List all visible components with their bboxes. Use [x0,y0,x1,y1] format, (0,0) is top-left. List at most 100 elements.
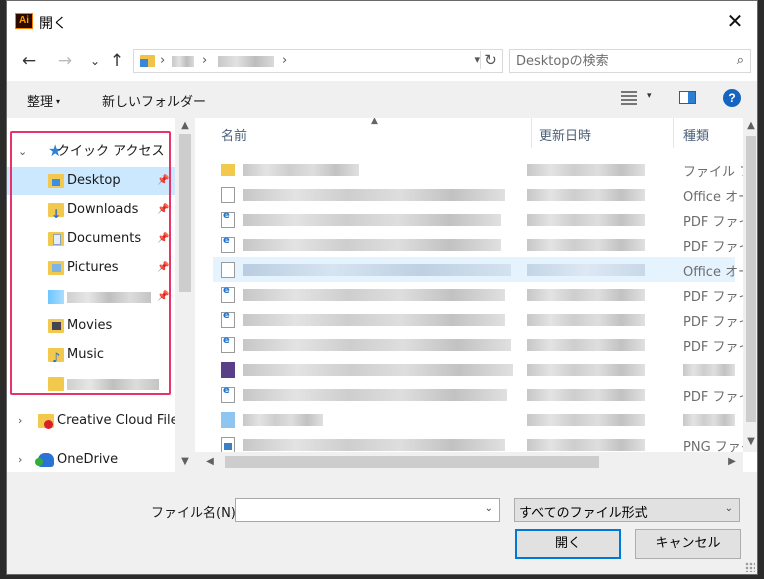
view-options-icon[interactable] [621,91,637,105]
redacted-label [67,379,159,390]
help-button[interactable]: ? [723,89,741,107]
breadcrumb-segment[interactable] [218,56,274,67]
sidebar-item-pictures[interactable]: Pictures 📌 [7,254,175,282]
creative-cloud-icon [38,414,54,429]
pin-icon: 📌 [157,204,170,215]
pdf-file-icon [221,385,235,403]
scrollbar-thumb[interactable] [179,134,191,292]
column-header-type[interactable]: 種類 [683,125,709,144]
pdf-file-icon [221,335,235,353]
scroll-up-arrow-icon[interactable]: ▲ [175,120,195,131]
nav-scrollbar[interactable]: ▲ ▼ [175,118,195,472]
chevron-down-icon[interactable]: ▾ [647,91,652,101]
sidebar-item-documents[interactable]: Documents 📌 [7,225,175,253]
sidebar-item-redacted[interactable] [7,370,175,398]
folder-icon [221,164,235,176]
chevron-right-icon: › [282,53,288,68]
column-divider[interactable] [531,118,532,148]
sidebar-item-label: Desktop [67,173,121,188]
column-header-modified[interactable]: 更新日時 [539,125,591,144]
quick-access-node[interactable]: ⌄ ★ クイック アクセス [7,138,175,166]
sidebar-item-desktop[interactable]: Desktop 📌 [7,167,175,195]
illustrator-app-icon: Ai [15,13,33,29]
pdf-file-icon [221,235,235,253]
file-row[interactable]: ファイル フォ [213,157,757,182]
forward-button[interactable]: → [53,49,77,73]
folder-icon [140,55,155,67]
image-file-icon [221,362,235,378]
open-button[interactable]: 開く [515,529,621,559]
up-button[interactable]: ↑ [105,49,129,73]
png-file-icon [221,437,235,453]
sidebar-item-music[interactable]: Music [7,341,175,373]
redacted-date [527,439,645,451]
open-file-dialog: Ai 開く ✕ ← → ⌄ ↑ › › › ▾ ↻ ⌕ 整理▾ 新しいフォルダー… [6,0,758,575]
new-folder-button[interactable]: 新しいフォルダー [102,91,206,110]
pdf-file-icon [221,210,235,228]
creative-cloud-node[interactable]: › Creative Cloud File [7,407,179,435]
sidebar-item-redacted[interactable]: 📌 [7,283,175,311]
scroll-right-arrow-icon[interactable]: ▶ [725,456,739,467]
file-row[interactable]: PDF ファイル [213,282,757,307]
file-list-horizontal-scrollbar[interactable]: ◀ ▶ [195,452,743,472]
file-row[interactable] [213,407,735,432]
file-row-selected[interactable]: Office オー [213,257,751,282]
column-header-name[interactable]: 名前 [221,125,247,144]
scroll-down-arrow-icon[interactable]: ▼ [743,436,757,447]
file-row[interactable]: PDF ファイル [213,332,757,357]
desktop-folder-icon [48,174,64,188]
document-file-icon [221,187,235,203]
file-row[interactable]: Office オー [213,182,751,207]
image-file-icon [221,412,235,428]
file-row[interactable]: PDF ファイル [213,232,757,257]
redacted-filename [243,314,505,326]
address-bar[interactable]: › › › ▾ ↻ [133,49,503,73]
expand-arrow-icon[interactable]: › [18,407,22,435]
file-row[interactable] [213,357,735,382]
scroll-up-arrow-icon[interactable]: ▲ [743,120,757,131]
onedrive-node[interactable]: › OneDrive [7,446,175,472]
redacted-date [527,339,645,351]
chevron-down-icon[interactable]: ⌄ [725,503,733,514]
redacted-filename [243,214,501,226]
redacted-date [527,364,645,376]
organize-label: 整理 [27,95,54,110]
scroll-down-arrow-icon[interactable]: ▼ [175,456,195,467]
filename-combobox[interactable]: ⌄ [235,498,500,522]
recent-locations-button[interactable]: ⌄ [83,49,107,73]
chevron-right-icon: › [202,53,208,68]
file-list: ▲ 名前 更新日時 種類 ファイル フォ Office オー PDF ファイル [195,118,757,472]
back-button[interactable]: ← [17,49,41,73]
close-button[interactable]: ✕ [713,1,757,41]
sidebar-item-movies[interactable]: Movies [7,312,175,340]
scrollbar-thumb[interactable] [225,456,599,468]
breadcrumb-segment[interactable] [172,56,194,67]
file-row[interactable]: PDF ファイル [213,307,757,332]
preview-pane-icon[interactable] [679,91,696,104]
file-row[interactable]: PDF ファイル [213,382,757,407]
filename-label: ファイル名(N): [151,506,241,521]
redacted-filename [243,189,505,201]
search-input[interactable] [510,50,720,72]
column-divider[interactable] [673,118,674,148]
redacted-filename [243,264,511,276]
scroll-left-arrow-icon[interactable]: ◀ [203,456,217,467]
chevron-down-icon[interactable]: ⌄ [485,503,493,514]
redacted-date [527,414,645,426]
sidebar-item-downloads[interactable]: Downloads 📌 [7,196,175,228]
cancel-button[interactable]: キャンセル [635,529,741,559]
filetype-select[interactable]: すべてのファイル形式 ⌄ [514,498,740,522]
filename-input[interactable] [236,499,476,521]
file-row[interactable]: PDF ファイル [213,207,757,232]
redacted-date [527,239,645,251]
scrollbar-thumb[interactable] [746,136,756,422]
refresh-button[interactable]: ↻ [480,51,500,69]
file-list-vertical-scrollbar[interactable]: ▲ ▼ [743,118,757,452]
expand-arrow-icon[interactable]: ⌄ [18,138,27,166]
pin-icon: 📌 [157,175,170,186]
sidebar-item-label: Pictures [67,260,119,275]
search-box[interactable]: ⌕ [509,49,751,73]
resize-grip[interactable] [745,562,755,572]
organize-menu[interactable]: 整理 ▾ [27,91,60,110]
expand-arrow-icon[interactable]: › [18,446,22,472]
